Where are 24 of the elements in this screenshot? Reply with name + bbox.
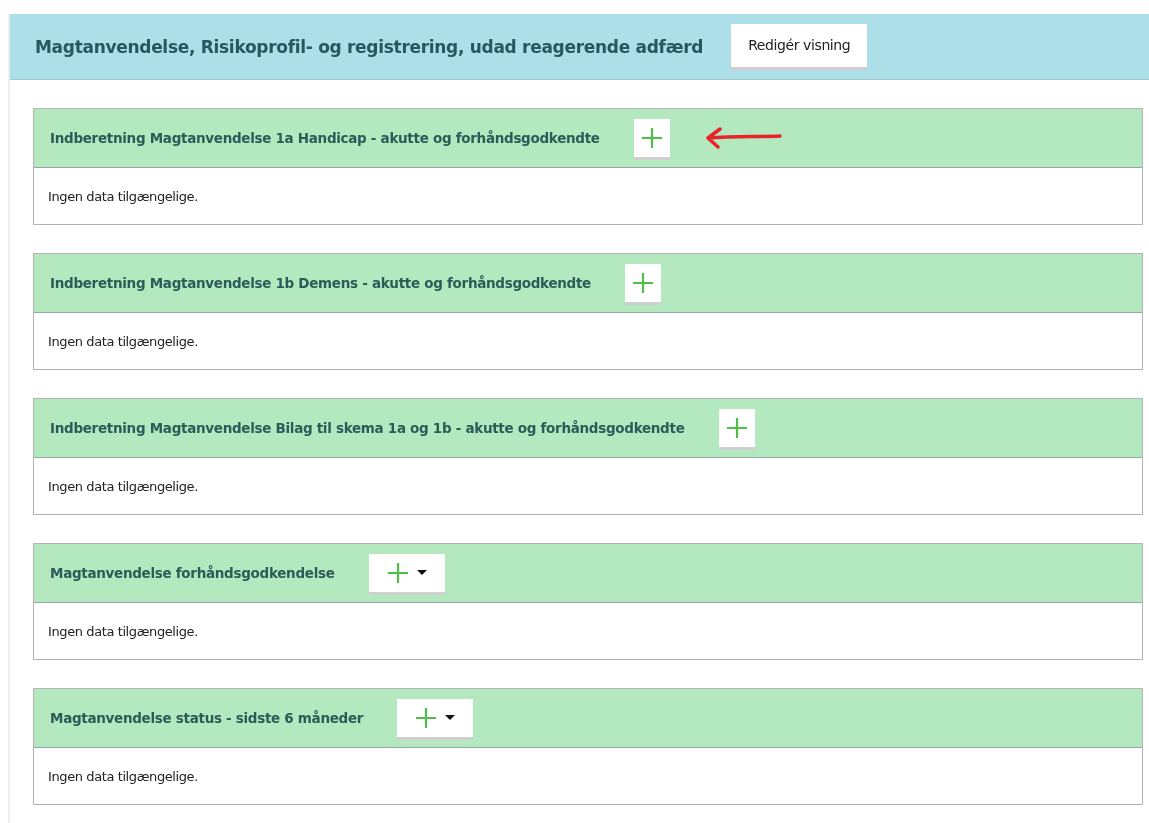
- add-menu-button[interactable]: [397, 698, 474, 740]
- panel-title: Indberetning Magtanvendelse Bilag til skema 1a og 1b - akutte og forhåndsgodkendte: [50, 420, 685, 436]
- page-title: Magtanvendelse, Risikoprofil- og registrering, udad reagerende adfærd: [35, 36, 704, 57]
- add-button[interactable]: [718, 408, 755, 450]
- empty-message: Ingen data tilgængelige.: [47, 332, 199, 351]
- caret-icon: [416, 570, 427, 575]
- plus-icon: [631, 271, 654, 294]
- panel-title: Magtanvendelse forhåndsgodkendelse: [50, 565, 335, 581]
- plus-icon: [640, 126, 663, 149]
- empty-message: Ingen data tilgængelige.: [47, 477, 199, 496]
- panel-title: Indberetning Magtanvendelse 1a Handicap - akutte og forhåndsgodkendte: [50, 130, 600, 146]
- empty-message: Ingen data tilgængelige.: [47, 187, 199, 206]
- caret-icon: [445, 715, 456, 720]
- plus-icon: [386, 561, 409, 584]
- add-button[interactable]: [633, 118, 670, 160]
- add-menu-button[interactable]: [368, 553, 445, 595]
- panel-title: Magtanvendelse status - sidste 6 måneder: [50, 710, 364, 726]
- plus-icon: [725, 416, 748, 439]
- add-button[interactable]: [624, 263, 661, 305]
- empty-message: Ingen data tilgængelige.: [47, 767, 199, 786]
- edit-view-button[interactable]: Redigér visning: [731, 23, 868, 70]
- panel-title: Indberetning Magtanvendelse 1b Demens - akutte og forhåndsgodkendte: [50, 275, 591, 291]
- empty-message: Ingen data tilgængelige.: [47, 622, 199, 641]
- plus-icon: [415, 706, 438, 729]
